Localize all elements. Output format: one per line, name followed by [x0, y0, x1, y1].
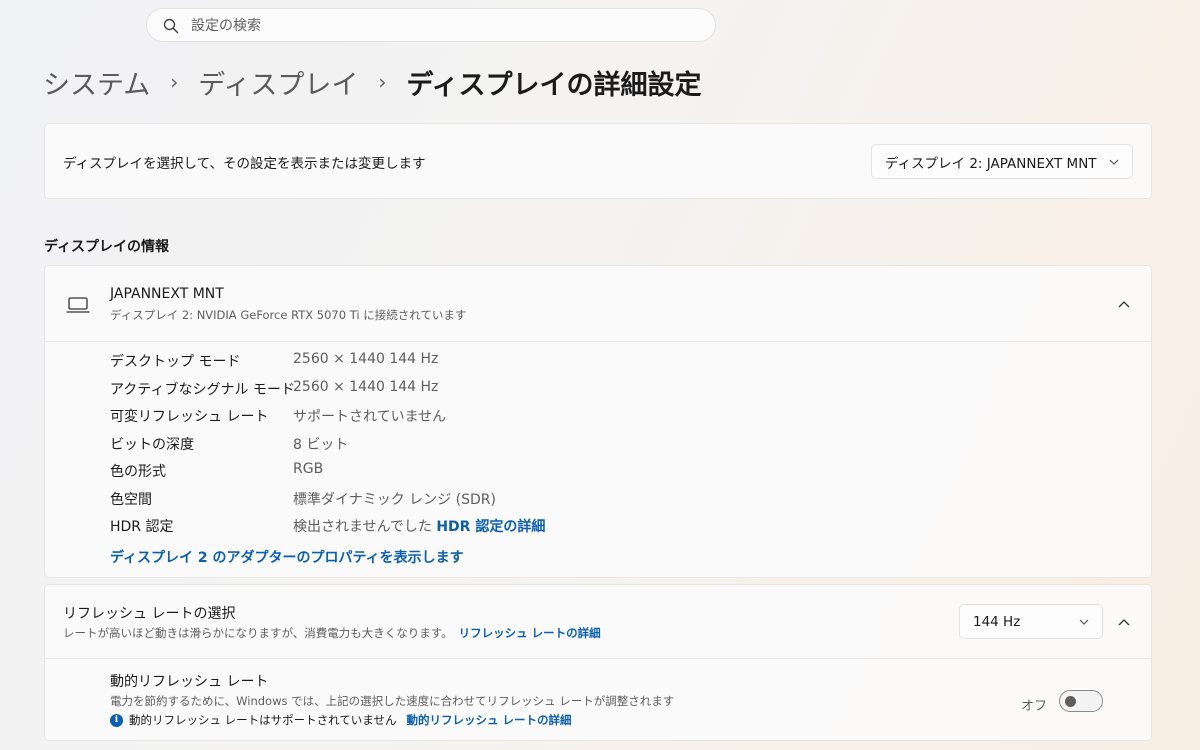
- property-value: 標準ダイナミック レンジ (SDR): [293, 492, 496, 508]
- chevron-up-icon[interactable]: [1117, 618, 1131, 627]
- dynamic-refresh-toggle[interactable]: [1059, 690, 1103, 712]
- refresh-rate-title: リフレッシュ レートの選択: [63, 606, 236, 622]
- display-info-card: JAPANNEXT MNT ディスプレイ 2: NVIDIA GeForce R…: [44, 265, 1152, 578]
- property-value: 2560 × 1440 144 Hz: [293, 379, 439, 395]
- property-value: サポートされていません: [293, 409, 447, 425]
- display-info-header[interactable]: JAPANNEXT MNT ディスプレイ 2: NVIDIA GeForce R…: [45, 266, 1151, 342]
- refresh-rate-header: リフレッシュ レートの選択 レートが高いほど動きは滑らかになりますが、消費電力も…: [45, 585, 1151, 659]
- property-key: HDR 認定: [110, 519, 174, 535]
- dynamic-refresh-note: i 動的リフレッシュ レートはサポートされていません 動的リフレッシュ レートの…: [110, 712, 571, 728]
- refresh-rate-details-link[interactable]: リフレッシュ レートの詳細: [459, 626, 601, 640]
- dynamic-refresh-row: 動的リフレッシュ レート 電力を節約するために、Windows では、上記の選択…: [45, 660, 1151, 740]
- hdr-certification-link[interactable]: HDR 認定の詳細: [436, 519, 545, 535]
- display-info-section-title: ディスプレイの情報: [44, 239, 170, 255]
- monitor-icon: [66, 297, 90, 313]
- property-key: アクティブなシグナル モード: [110, 382, 295, 398]
- search-box[interactable]: [146, 8, 716, 42]
- property-value: 8 ビット: [293, 437, 349, 453]
- display-select-card: ディスプレイを選択して、その設定を表示または変更します ディスプレイ 2: JA…: [44, 123, 1152, 199]
- display-select-label: ディスプレイを選択して、その設定を表示または変更します: [63, 156, 426, 172]
- display-name: JAPANNEXT MNT: [110, 286, 224, 302]
- refresh-rate-card: リフレッシュ レートの選択 レートが高いほど動きは滑らかになりますが、消費電力も…: [44, 584, 1152, 741]
- search-icon: [163, 18, 179, 34]
- dynamic-refresh-note-text: 動的リフレッシュ レートはサポートされていません: [129, 713, 397, 727]
- dynamic-refresh-details-link[interactable]: 動的リフレッシュ レートの詳細: [406, 712, 571, 728]
- property-key: デスクトップ モード: [110, 354, 241, 370]
- hdr-status: 検出されませんでした: [293, 519, 432, 535]
- breadcrumb-display[interactable]: ディスプレイ: [198, 63, 358, 102]
- breadcrumb-system[interactable]: システム: [43, 63, 150, 102]
- breadcrumb: システム › ディスプレイ › ディスプレイの詳細設定: [43, 60, 701, 104]
- chevron-down-icon: [1079, 619, 1089, 625]
- property-key: 可変リフレッシュ レート: [110, 409, 269, 425]
- breadcrumb-separator: ›: [170, 70, 179, 94]
- chevron-down-icon: [1109, 159, 1119, 165]
- info-icon: i: [110, 713, 123, 727]
- property-key: 色の形式: [110, 464, 166, 480]
- refresh-rate-description: レートが高いほど動きは滑らかになりますが、消費電力も大きくなります。 リフレッシュ…: [63, 625, 601, 641]
- search-input[interactable]: [191, 15, 691, 37]
- toggle-state-label: オフ: [1021, 699, 1048, 714]
- refresh-rate-dropdown[interactable]: 144 Hz: [959, 604, 1103, 639]
- property-key: ビットの深度: [110, 437, 194, 453]
- refresh-rate-value: 144 Hz: [973, 613, 1021, 630]
- display-connection: ディスプレイ 2: NVIDIA GeForce RTX 5070 Ti に接続…: [110, 308, 467, 322]
- property-key: 色空間: [110, 492, 152, 508]
- toggle-knob: [1065, 696, 1076, 707]
- adapter-properties-link[interactable]: ディスプレイ 2 のアダプターのプロパティを表示します: [110, 547, 464, 567]
- display-select-value: ディスプレイ 2: JAPANNEXT MNT: [885, 155, 1097, 172]
- dynamic-refresh-description: 電力を節約するために、Windows では、上記の選択した速度に合わせてリフレッ…: [110, 694, 675, 708]
- property-value: 検出されませんでした HDR 認定の詳細: [293, 516, 545, 536]
- page-title: ディスプレイの詳細設定: [406, 69, 702, 101]
- refresh-rate-description-text: レートが高いほど動きは滑らかになりますが、消費電力も大きくなります。: [63, 626, 453, 640]
- breadcrumb-separator: ›: [378, 70, 387, 94]
- property-value: 2560 × 1440 144 Hz: [293, 351, 439, 367]
- property-value: RGB: [293, 461, 324, 477]
- chevron-up-icon[interactable]: [1117, 300, 1131, 309]
- dynamic-refresh-title: 動的リフレッシュ レート: [110, 674, 269, 690]
- display-select-dropdown[interactable]: ディスプレイ 2: JAPANNEXT MNT: [871, 144, 1133, 179]
